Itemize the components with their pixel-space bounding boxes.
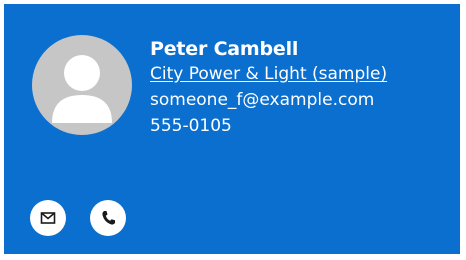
contact-card: Peter Cambell City Power & Light (sample… bbox=[4, 4, 460, 254]
send-email-button[interactable] bbox=[30, 200, 66, 236]
contact-phone: 555-0105 bbox=[150, 116, 232, 136]
person-icon bbox=[52, 55, 112, 123]
contact-name: Peter Cambell bbox=[150, 38, 299, 60]
phone-icon bbox=[102, 211, 115, 225]
contact-email: someone_f@example.com bbox=[150, 90, 375, 110]
mail-icon bbox=[40, 212, 56, 224]
contact-details: Peter Cambell City Power & Light (sample… bbox=[150, 36, 387, 140]
avatar bbox=[32, 35, 132, 135]
call-button[interactable] bbox=[90, 200, 126, 236]
company-link[interactable]: City Power & Light (sample) bbox=[150, 62, 387, 86]
